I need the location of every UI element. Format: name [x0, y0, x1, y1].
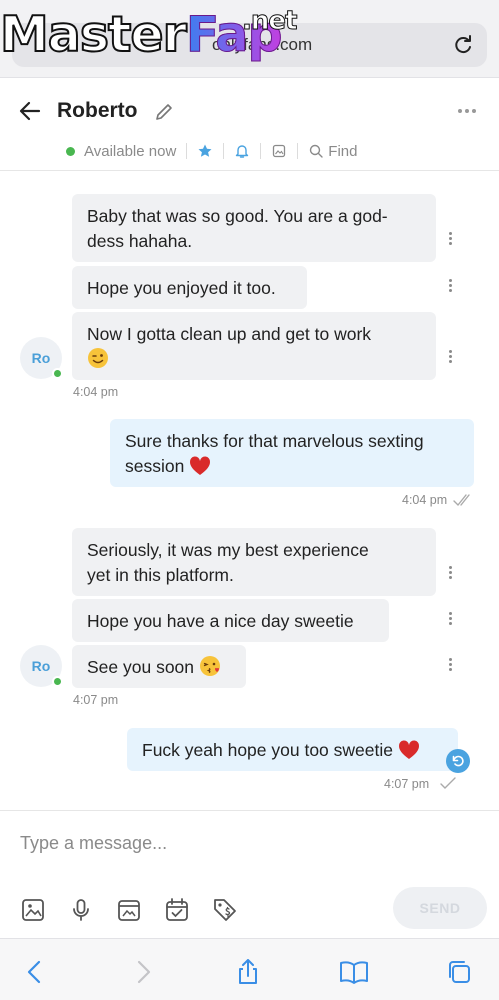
- vault-icon[interactable]: [116, 897, 142, 923]
- undo-icon: [452, 755, 464, 767]
- browser-toolbar: onlyfans.com MasterFap .net: [0, 0, 499, 78]
- more-icon[interactable]: [457, 101, 477, 121]
- message-line: Baby that was so good. You are a god-: [87, 206, 388, 226]
- online-indicator: [52, 676, 63, 687]
- image-icon[interactable]: [20, 897, 46, 923]
- divider: [223, 143, 225, 159]
- message-options-icon[interactable]: [448, 231, 452, 247]
- message-line: dess hahaha.: [87, 231, 193, 251]
- price-tag-icon[interactable]: [212, 897, 238, 923]
- check-icon: [440, 777, 456, 789]
- share-icon[interactable]: [235, 959, 261, 985]
- incoming-message[interactable]: Now I gotta clean up and get to work: [72, 312, 436, 380]
- message-options-icon[interactable]: [448, 349, 452, 365]
- message-line: Sure thanks for that marvelous sexting: [125, 431, 424, 451]
- tabs-icon[interactable]: [446, 959, 472, 985]
- message-timestamp: 4:07 pm: [73, 693, 119, 707]
- divider: [297, 143, 299, 159]
- message-options-icon[interactable]: [448, 611, 452, 627]
- send-button[interactable]: SEND: [393, 887, 487, 929]
- back-arrow-icon[interactable]: [18, 99, 42, 123]
- message-text: Now I gotta clean up and get to work: [87, 324, 372, 344]
- search-icon[interactable]: [308, 143, 324, 159]
- watermark-logo: MasterFap .net: [0, 4, 298, 66]
- incoming-message[interactable]: Seriously, it was my best experience yet…: [72, 528, 436, 596]
- composer-toolbar: [20, 897, 260, 923]
- bell-icon[interactable]: [234, 143, 250, 159]
- divider: [186, 143, 188, 159]
- message-timestamp: 4:04 pm: [402, 493, 448, 507]
- find-label[interactable]: Find: [328, 143, 357, 160]
- message-text: See you soon: [87, 657, 195, 677]
- forward-icon[interactable]: [130, 959, 156, 985]
- back-icon[interactable]: [22, 959, 48, 985]
- red-heart-emoji-icon: [398, 740, 419, 759]
- message-line: session: [125, 456, 185, 476]
- red-heart-emoji-icon: [190, 456, 211, 475]
- message-options-icon[interactable]: [448, 657, 452, 673]
- status-row: Available now Find: [66, 141, 357, 161]
- message-timestamp: 4:07 pm: [384, 777, 430, 791]
- reload-icon[interactable]: [451, 33, 475, 57]
- star-icon[interactable]: [197, 143, 213, 159]
- message-text: Hope you have a nice day sweetie: [87, 611, 354, 631]
- contact-name[interactable]: Roberto: [57, 99, 138, 123]
- online-indicator: [52, 368, 63, 379]
- incoming-message[interactable]: Hope you enjoyed it too.: [72, 266, 307, 309]
- watermark-part-a: Master: [0, 5, 188, 64]
- message-options-icon[interactable]: [448, 565, 452, 581]
- outgoing-message[interactable]: Sure thanks for that marvelous sexting s…: [110, 419, 474, 487]
- divider: [260, 143, 262, 159]
- message-line: yet in this platform.: [87, 565, 234, 585]
- calendar-icon[interactable]: [164, 897, 190, 923]
- watermark-suffix: .net: [241, 6, 297, 37]
- outgoing-message[interactable]: Fuck yeah hope you too sweetie: [127, 728, 458, 771]
- incoming-message[interactable]: Hope you have a nice day sweetie: [72, 599, 389, 642]
- browser-bottom-bar: [0, 938, 499, 1000]
- message-line: Seriously, it was my best experience: [87, 540, 369, 560]
- message-text: Hope you enjoyed it too.: [87, 278, 276, 298]
- message-options-icon[interactable]: [448, 278, 452, 294]
- edit-icon[interactable]: [154, 102, 174, 122]
- incoming-message[interactable]: Baby that was so good. You are a god- de…: [72, 194, 436, 262]
- bookmarks-icon[interactable]: [339, 959, 369, 985]
- message-input[interactable]: Type a message...: [20, 833, 167, 854]
- chat-header: Roberto Available now Find: [0, 79, 499, 171]
- double-check-icon: [453, 494, 470, 507]
- winking-face-emoji-icon: [88, 348, 108, 368]
- status-text: Available now: [84, 142, 177, 160]
- message-text: Fuck yeah hope you too sweetie: [142, 740, 393, 760]
- microphone-icon[interactable]: [68, 897, 94, 923]
- online-indicator: [66, 146, 75, 156]
- incoming-message[interactable]: See you soon: [72, 645, 246, 688]
- message-timestamp: 4:04 pm: [73, 385, 119, 399]
- message-composer: Type a message... SEND: [0, 810, 499, 938]
- image-icon[interactable]: [271, 143, 287, 159]
- undo-send-button[interactable]: [446, 749, 470, 773]
- kissing-face-emoji-icon: [199, 656, 220, 676]
